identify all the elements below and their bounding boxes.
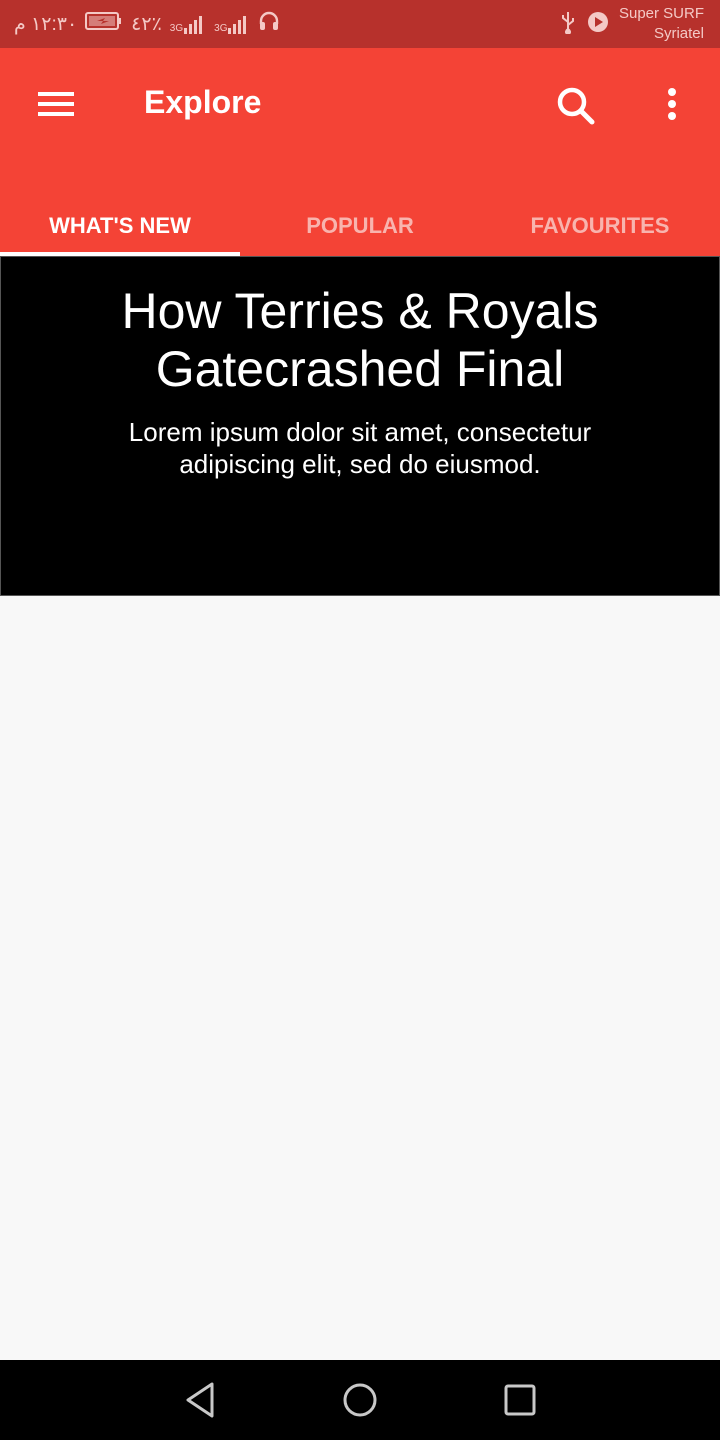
featured-article-card[interactable]: How Terries & Royals Gatecrashed Final L… (0, 256, 720, 596)
more-options-button[interactable] (650, 78, 694, 134)
status-bar: ١٢:٣٠ م ٤٢٪ 3G 3G Super SURF Syriatel (0, 0, 720, 48)
carrier-line2: Syriatel (653, 25, 704, 42)
signal-icon: 3G (170, 14, 206, 34)
usb-icon (559, 10, 577, 39)
tab-favourites[interactable]: FAVOURITES (480, 210, 720, 256)
carrier-info: Super SURF Syriatel (619, 4, 704, 44)
network-type-2: 3G (214, 23, 228, 34)
signal-icon-2: 3G (214, 14, 250, 34)
search-button[interactable] (548, 78, 604, 134)
menu-icon (38, 92, 74, 116)
home-icon (343, 1383, 377, 1417)
play-icon (587, 11, 609, 38)
more-vert-icon (668, 88, 676, 120)
recents-icon (504, 1384, 536, 1416)
tab-popular[interactable]: POPULAR (240, 210, 480, 256)
article-title: How Terries & Royals Gatecrashed Final (121, 283, 599, 397)
search-icon (557, 87, 595, 125)
menu-button[interactable] (28, 78, 84, 130)
network-type-1: 3G (169, 23, 184, 34)
headset-icon (258, 10, 280, 38)
carrier-line1: Super SURF (618, 5, 704, 22)
tab-bar: WHAT'S NEW POPULAR FAVOURITES (0, 210, 720, 256)
app-bar: Explore WHAT'S NEW POPULAR FAVOURITES (0, 48, 720, 256)
status-time: ١٢:٣٠ م (14, 13, 78, 35)
back-icon (186, 1382, 214, 1418)
battery-charging-icon (85, 11, 123, 37)
tab-whats-new[interactable]: WHAT'S NEW (0, 210, 240, 256)
status-right-group: Super SURF Syriatel (559, 4, 704, 44)
article-subtitle: Lorem ipsum dolor sit amet, consectetur … (128, 417, 592, 479)
recents-button[interactable] (498, 1378, 542, 1422)
status-left-group: ١٢:٣٠ م ٤٢٪ 3G 3G (14, 10, 280, 38)
page-title: Explore (144, 84, 262, 120)
system-nav-bar (0, 1360, 720, 1440)
back-button[interactable] (178, 1378, 222, 1422)
battery-percent: ٤٢٪ (131, 13, 162, 35)
home-button[interactable] (338, 1378, 382, 1422)
